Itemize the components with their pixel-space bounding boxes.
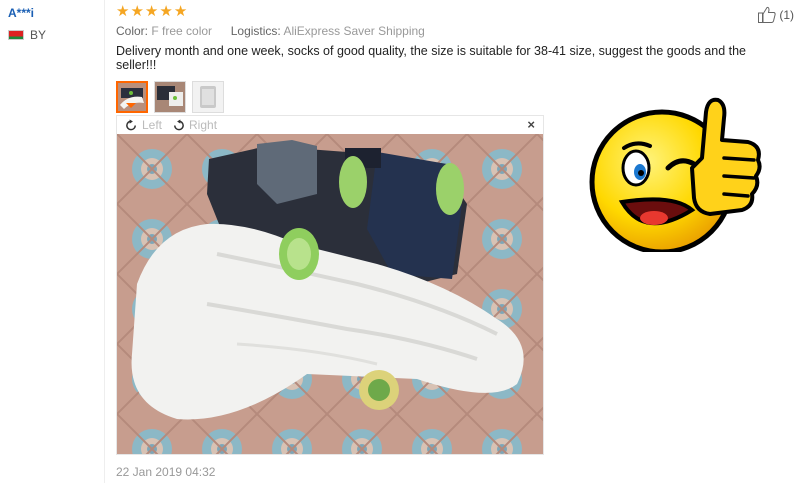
column-divider xyxy=(104,0,105,483)
star-icon: ★ xyxy=(130,3,144,20)
flag-icon xyxy=(8,30,24,40)
thumbs-up-smiley-image xyxy=(589,97,762,252)
rotate-right-label: Right xyxy=(189,118,218,132)
review-date: 22 Jan 2019 04:32 xyxy=(116,465,216,479)
rotate-right-button[interactable]: Right xyxy=(172,118,217,132)
rotate-left-button[interactable]: Left xyxy=(125,118,162,132)
star-icon: ★ xyxy=(159,3,173,20)
reviewer-info: A***i BY xyxy=(8,6,98,42)
reviewer-name: A***i xyxy=(8,6,35,20)
close-icon[interactable]: × xyxy=(527,117,535,132)
logistics-label: Logistics: xyxy=(230,24,281,38)
rotate-left-icon xyxy=(126,118,136,130)
star-icon: ★ xyxy=(116,3,130,20)
photo-thumbnail[interactable] xyxy=(154,81,186,113)
active-thumb-caret xyxy=(126,103,136,108)
photo-viewer: Left Right × xyxy=(116,115,544,455)
helpful-count: (1) xyxy=(779,7,794,22)
rotate-right-icon xyxy=(174,118,184,130)
rotate-left-label: Left xyxy=(142,118,163,132)
photo-thumbnail[interactable] xyxy=(192,81,224,113)
review-text: Delivery month and one week, socks of go… xyxy=(116,44,746,72)
review-photo xyxy=(117,134,543,454)
logistics-value: AliExpress Saver Shipping xyxy=(283,24,425,38)
star-icon: ★ xyxy=(144,3,159,20)
country-code: BY xyxy=(30,28,47,42)
color-label: Color: xyxy=(116,24,149,38)
photo-thumbnail[interactable] xyxy=(116,81,148,113)
reviewer-country: BY xyxy=(8,28,98,42)
order-info: Color: F free color Logistics: AliExpres… xyxy=(116,24,756,38)
star-icon: ★ xyxy=(173,3,188,20)
thumbs-up-icon xyxy=(758,6,776,23)
star-rating: ★ ★ ★ ★ ★ xyxy=(116,4,756,20)
color-value: F free color xyxy=(151,24,213,38)
viewer-toolbar: Left Right × xyxy=(117,116,543,134)
helpful-button[interactable]: (1) xyxy=(758,6,794,23)
